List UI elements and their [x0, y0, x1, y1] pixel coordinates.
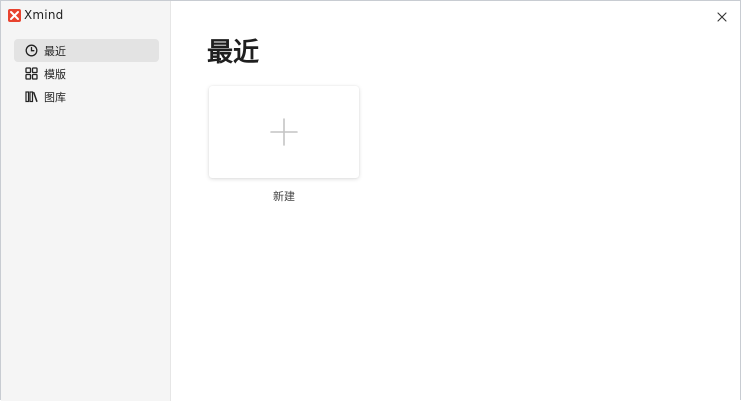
- app-window: Xmind 最近 模版 图库 最近 新建: [0, 0, 741, 401]
- close-icon: [717, 12, 727, 22]
- sidebar-item-templates[interactable]: 模版: [14, 62, 159, 85]
- sidebar-nav: 最近 模版 图库: [14, 39, 159, 108]
- grid-icon: [25, 67, 38, 80]
- app-name: Xmind: [24, 8, 64, 22]
- new-file-card[interactable]: [209, 86, 359, 178]
- sidebar-item-recent[interactable]: 最近: [14, 39, 159, 62]
- page-title: 最近: [207, 38, 260, 68]
- sidebar-item-label: 最近: [44, 44, 66, 58]
- sidebar-item-label: 模版: [44, 67, 66, 81]
- xmind-logo-icon: [8, 8, 21, 22]
- close-button[interactable]: [716, 8, 728, 22]
- app-title: Xmind: [8, 7, 63, 23]
- sidebar-item-library[interactable]: 图库: [14, 85, 159, 108]
- clock-icon: [25, 44, 38, 57]
- new-file-label: 新建: [273, 190, 295, 203]
- library-icon: [25, 90, 38, 103]
- sidebar: Xmind 最近 模版 图库: [1, 1, 171, 401]
- plus-icon: [270, 118, 298, 146]
- sidebar-item-label: 图库: [44, 90, 66, 104]
